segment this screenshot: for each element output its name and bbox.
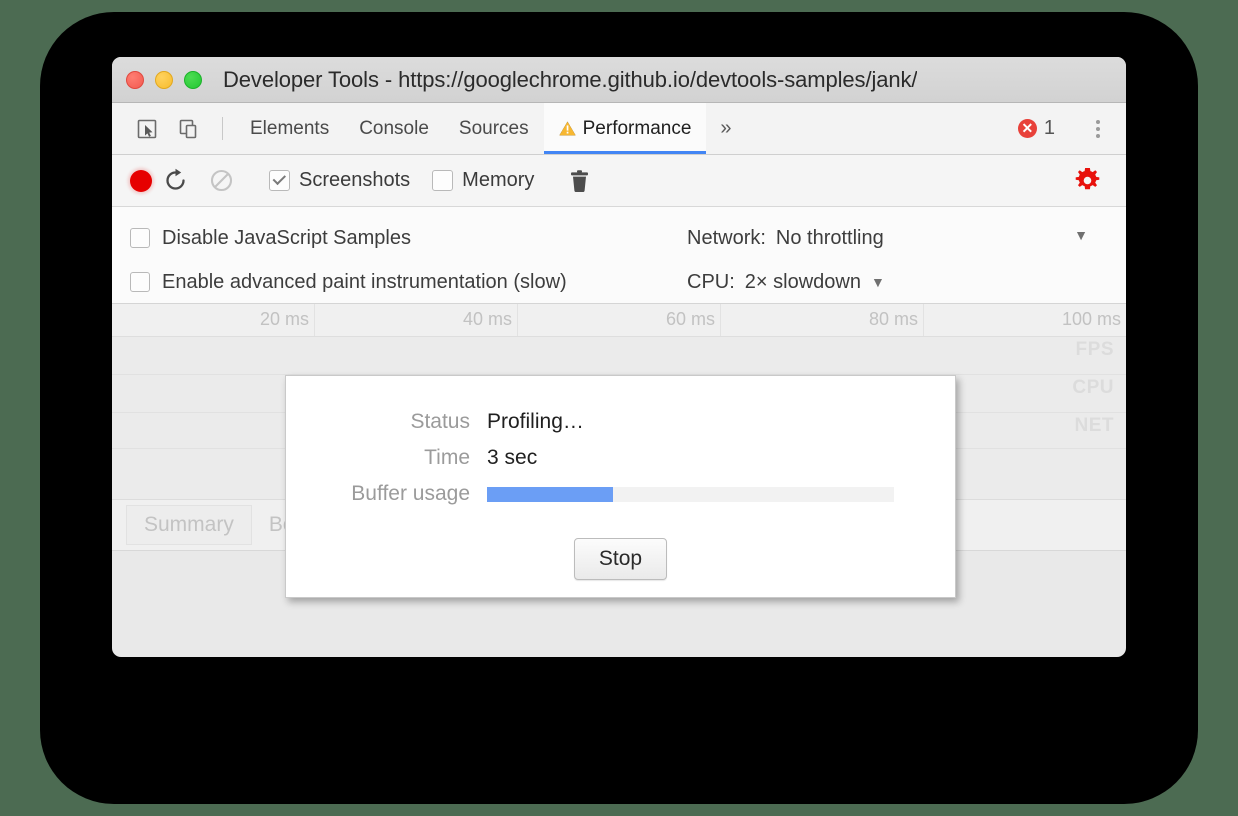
disable-js-samples-checkbox[interactable]: Disable JavaScript Samples xyxy=(112,227,687,250)
ruler-tick: 60 ms xyxy=(666,304,721,336)
cpu-throttling-chevron-down-icon[interactable]: ▼ xyxy=(871,274,885,290)
ruler-tick: 80 ms xyxy=(869,304,924,336)
tab-sources-label: Sources xyxy=(458,117,529,139)
tab-performance[interactable]: Performance xyxy=(543,103,707,154)
capture-settings-row-1: Disable JavaScript Samples Network: No t… xyxy=(112,216,1126,260)
screenshots-checkbox[interactable]: Screenshots xyxy=(269,169,410,192)
reload-and-record-icon[interactable] xyxy=(152,168,198,193)
time-label: Time xyxy=(424,446,470,469)
advanced-paint-box xyxy=(130,272,150,292)
clear-recording-icon[interactable] xyxy=(198,168,244,193)
memory-checkbox[interactable]: Memory xyxy=(432,169,534,192)
advanced-paint-checkbox[interactable]: Enable advanced paint instrumentation (s… xyxy=(112,271,687,294)
tab-elements[interactable]: Elements xyxy=(235,103,344,154)
error-circle-icon: ✕ xyxy=(1017,119,1037,138)
capture-settings-pane: Disable JavaScript Samples Network: No t… xyxy=(112,207,1126,304)
ruler-tick: 20 ms xyxy=(260,304,315,336)
buffer-usage-progress-fill xyxy=(487,486,614,502)
settings-group xyxy=(1039,167,1126,195)
warning-triangle-icon xyxy=(559,121,576,136)
tab-console-label: Console xyxy=(359,117,429,139)
time-row: Time 3 sec xyxy=(286,440,955,476)
status-value: Profiling… xyxy=(487,410,584,433)
close-window-button[interactable] xyxy=(126,70,144,89)
status-row: Status Profiling… xyxy=(286,404,955,440)
network-throttling-key: Network: xyxy=(687,226,766,249)
buffer-usage-label: Buffer usage xyxy=(351,482,470,505)
tab-bar-right-group: ✕ 1 xyxy=(1017,103,1126,154)
track-fps-label: FPS xyxy=(1075,339,1114,360)
cpu-throttling-control[interactable]: CPU: 2× slowdown ▼ xyxy=(687,271,885,294)
track-cpu-label: CPU xyxy=(1072,377,1114,398)
zoom-window-button[interactable] xyxy=(184,70,202,89)
panel-tab-bar: Elements Console Sources Performance » ✕… xyxy=(112,103,1126,155)
memory-checkbox-box xyxy=(432,170,454,191)
tab-summary-label: Summary xyxy=(144,513,234,536)
window-title: Developer Tools - https://googlechrome.g… xyxy=(223,66,918,92)
delete-icon[interactable] xyxy=(556,169,602,193)
ruler-tick-label: 100 ms xyxy=(1061,309,1121,329)
cpu-throttling-key: CPU: xyxy=(687,270,735,293)
capture-settings-row-2: Enable advanced paint instrumentation (s… xyxy=(112,260,1126,304)
tab-console[interactable]: Console xyxy=(344,103,444,154)
stop-row: Stop xyxy=(286,538,955,580)
tab-performance-label: Performance xyxy=(582,117,692,139)
tab-overflow-button[interactable]: » xyxy=(706,103,745,154)
memory-label: Memory xyxy=(462,169,535,191)
ruler-tick-label: 40 ms xyxy=(462,309,512,329)
inspect-element-icon[interactable] xyxy=(126,103,168,154)
ruler-tick: 40 ms xyxy=(463,304,518,336)
screenshots-label: Screenshots xyxy=(299,169,411,191)
tab-elements-label: Elements xyxy=(250,117,330,139)
more-options-icon[interactable] xyxy=(1080,119,1116,138)
status-label: Status xyxy=(410,410,470,433)
cpu-throttling-value: 2× slowdown xyxy=(744,270,861,293)
disable-js-samples-box xyxy=(130,228,150,248)
recording-toolbar: Screenshots Memory xyxy=(112,155,1126,207)
toolbar-separator xyxy=(222,117,223,140)
ruler-tick-label: 60 ms xyxy=(665,309,715,329)
network-throttling-control[interactable]: Network: No throttling xyxy=(687,227,884,250)
error-count: 1 xyxy=(1043,117,1055,139)
minimize-window-button[interactable] xyxy=(155,70,173,89)
advanced-paint-label: Enable advanced paint instrumentation (s… xyxy=(162,270,567,293)
time-value: 3 sec xyxy=(487,446,538,469)
stop-button[interactable]: Stop xyxy=(573,538,668,580)
tab-sources[interactable]: Sources xyxy=(444,103,544,154)
screenshots-checkbox-box xyxy=(269,170,290,191)
error-badge[interactable]: ✕ 1 xyxy=(1017,117,1055,140)
tab-summary[interactable]: Summary xyxy=(126,505,252,545)
network-throttling-value: No throttling xyxy=(775,226,884,249)
track-fps[interactable]: FPS xyxy=(112,337,1126,375)
buffer-usage-progress-bar xyxy=(487,486,894,502)
network-throttling-chevron-down-icon[interactable]: ▼ xyxy=(1074,227,1088,243)
ruler-tick-label: 20 ms xyxy=(259,309,309,329)
buffer-usage-row: Buffer usage xyxy=(286,476,955,512)
recording-status-dialog: Status Profiling… Time 3 sec Buffer usag… xyxy=(285,375,956,598)
track-net-label: NET xyxy=(1074,415,1114,436)
device-toolbar-icon[interactable] xyxy=(168,103,210,154)
settings-gear-icon[interactable] xyxy=(1064,167,1110,194)
record-button[interactable] xyxy=(130,169,152,192)
title-bar: Developer Tools - https://googlechrome.g… xyxy=(112,57,1126,103)
ruler-tick-label: 80 ms xyxy=(868,309,918,329)
disable-js-samples-label: Disable JavaScript Samples xyxy=(162,226,411,249)
timeline-ruler[interactable]: 20 ms 40 ms 60 ms 80 ms 100 ms xyxy=(112,304,1126,337)
